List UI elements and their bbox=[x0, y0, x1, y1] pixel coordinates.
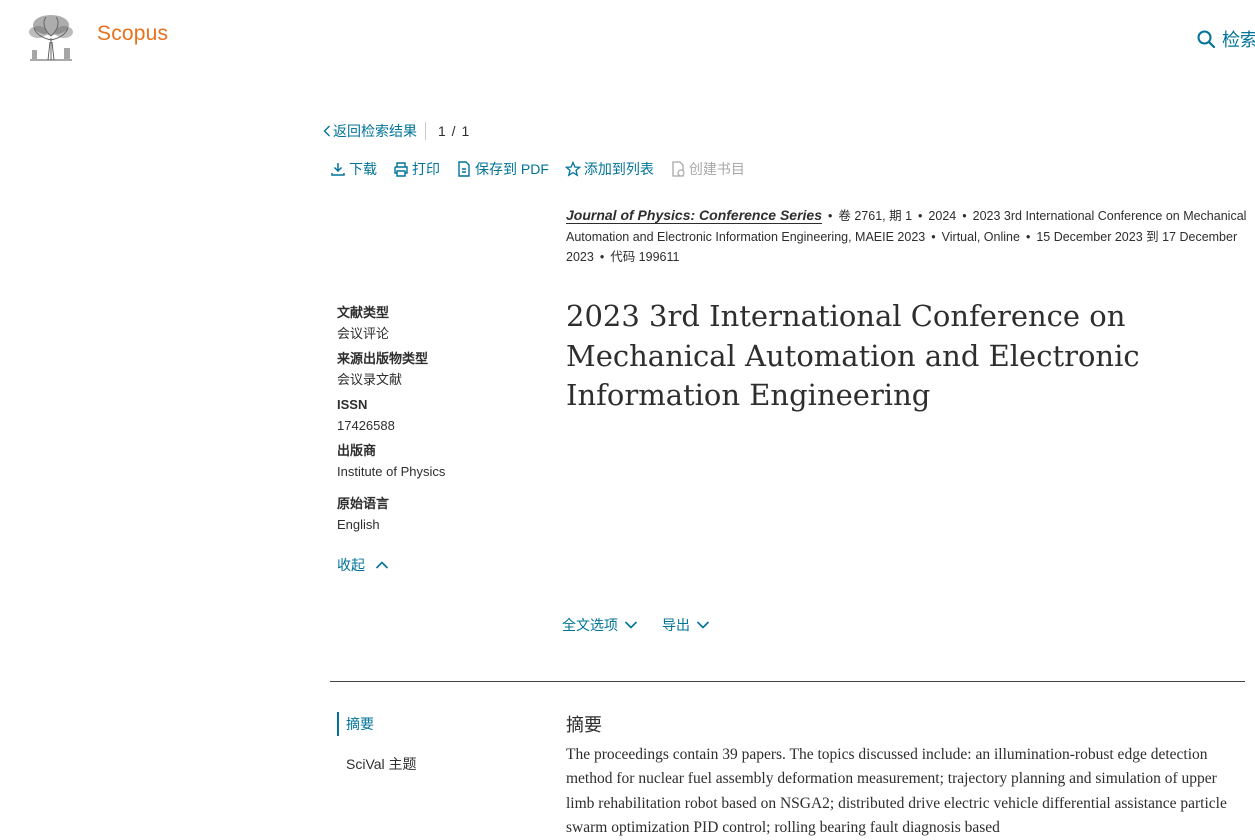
language-value: English bbox=[337, 517, 380, 532]
back-label: 返回检索结果 bbox=[333, 123, 417, 139]
document-metadata: 文献类型 会议评论 来源出版物类型 会议录文献 ISSN 17426588 出版… bbox=[337, 303, 537, 540]
print-icon bbox=[394, 162, 408, 177]
publication-year: 2024 bbox=[928, 209, 957, 223]
add-to-list-button[interactable]: 添加到列表 bbox=[564, 159, 654, 179]
volume-issue: 卷 2761, 期 1 bbox=[838, 209, 913, 223]
issn-label: ISSN bbox=[337, 397, 368, 412]
create-bib-label: 创建书目 bbox=[688, 161, 745, 177]
create-bibliography-button[interactable]: 创建书目 bbox=[670, 159, 745, 179]
doc-type-value: 会议评论 bbox=[337, 326, 390, 341]
export-label: 导出 bbox=[662, 617, 690, 633]
elsevier-tree-logo-icon bbox=[29, 15, 73, 61]
doc-type-label: 文献类型 bbox=[337, 305, 390, 320]
pdf-icon bbox=[458, 161, 470, 177]
breadcrumb: 返回检索结果 1 / 1 bbox=[323, 121, 470, 141]
document-title: 2023 3rd International Conference on Mec… bbox=[566, 299, 1140, 412]
chevron-left-icon bbox=[323, 125, 330, 137]
document-options: 全文选项 导出 bbox=[562, 615, 710, 635]
section-nav-scival[interactable]: SciVal 主题 bbox=[337, 752, 417, 776]
elsevier-logo[interactable] bbox=[24, 12, 78, 62]
abstract-heading: 摘要 bbox=[566, 715, 602, 735]
bibliography-icon bbox=[672, 161, 685, 177]
save-pdf-button[interactable]: 保存到 PDF bbox=[456, 159, 549, 179]
section-nav: 摘要 SciVal 主题 bbox=[337, 712, 417, 792]
search-icon bbox=[1197, 30, 1216, 49]
chevron-down-icon bbox=[696, 621, 710, 629]
publisher-value: Institute of Physics bbox=[337, 464, 446, 479]
full-text-label: 全文选项 bbox=[562, 617, 618, 633]
export-dropdown[interactable]: 导出 bbox=[662, 615, 710, 635]
save-pdf-label: 保存到 PDF bbox=[475, 161, 549, 177]
conference-code: 代码 199611 bbox=[610, 250, 680, 264]
document-toolbar: 下载 打印 保存到 PDF 添加到列表 创建书目 bbox=[330, 159, 745, 179]
download-label: 下载 bbox=[349, 161, 377, 177]
download-icon bbox=[331, 163, 345, 176]
search-nav-button[interactable]: 检索 bbox=[1196, 26, 1255, 52]
add-list-label: 添加到列表 bbox=[583, 161, 654, 177]
source-type-label: 来源出版物类型 bbox=[337, 351, 429, 366]
collapse-label: 收起 bbox=[337, 557, 365, 573]
chevron-down-icon bbox=[624, 621, 638, 629]
back-to-results-link[interactable]: 返回检索结果 bbox=[323, 121, 417, 141]
brand-name[interactable]: Scopus bbox=[97, 22, 168, 46]
section-divider bbox=[330, 681, 1245, 682]
journal-link[interactable]: Journal of Physics: Conference Series bbox=[566, 207, 822, 224]
language-label: 原始语言 bbox=[337, 496, 390, 511]
publisher-label: 出版商 bbox=[337, 443, 377, 458]
download-button[interactable]: 下载 bbox=[330, 159, 377, 179]
star-icon bbox=[564, 161, 581, 177]
full-text-options-dropdown[interactable]: 全文选项 bbox=[562, 615, 638, 635]
print-label: 打印 bbox=[412, 161, 440, 177]
collapse-metadata-button[interactable]: 收起 bbox=[337, 555, 389, 575]
issn-value: 17426588 bbox=[337, 418, 395, 433]
print-button[interactable]: 打印 bbox=[393, 159, 440, 179]
conference-location: Virtual, Online bbox=[941, 229, 1020, 244]
divider bbox=[425, 122, 426, 140]
source-info: Journal of Physics: Conference Series • 卷 … bbox=[566, 207, 1247, 264]
result-pager: 1 / 1 bbox=[438, 123, 471, 139]
source-type-value: 会议录文献 bbox=[337, 372, 403, 387]
section-nav-abstract[interactable]: 摘要 bbox=[337, 712, 417, 736]
chevron-up-icon bbox=[375, 561, 389, 569]
abstract-text: The proceedings contain 39 papers. The t… bbox=[566, 746, 1227, 836]
search-label: 检索 bbox=[1222, 30, 1255, 50]
